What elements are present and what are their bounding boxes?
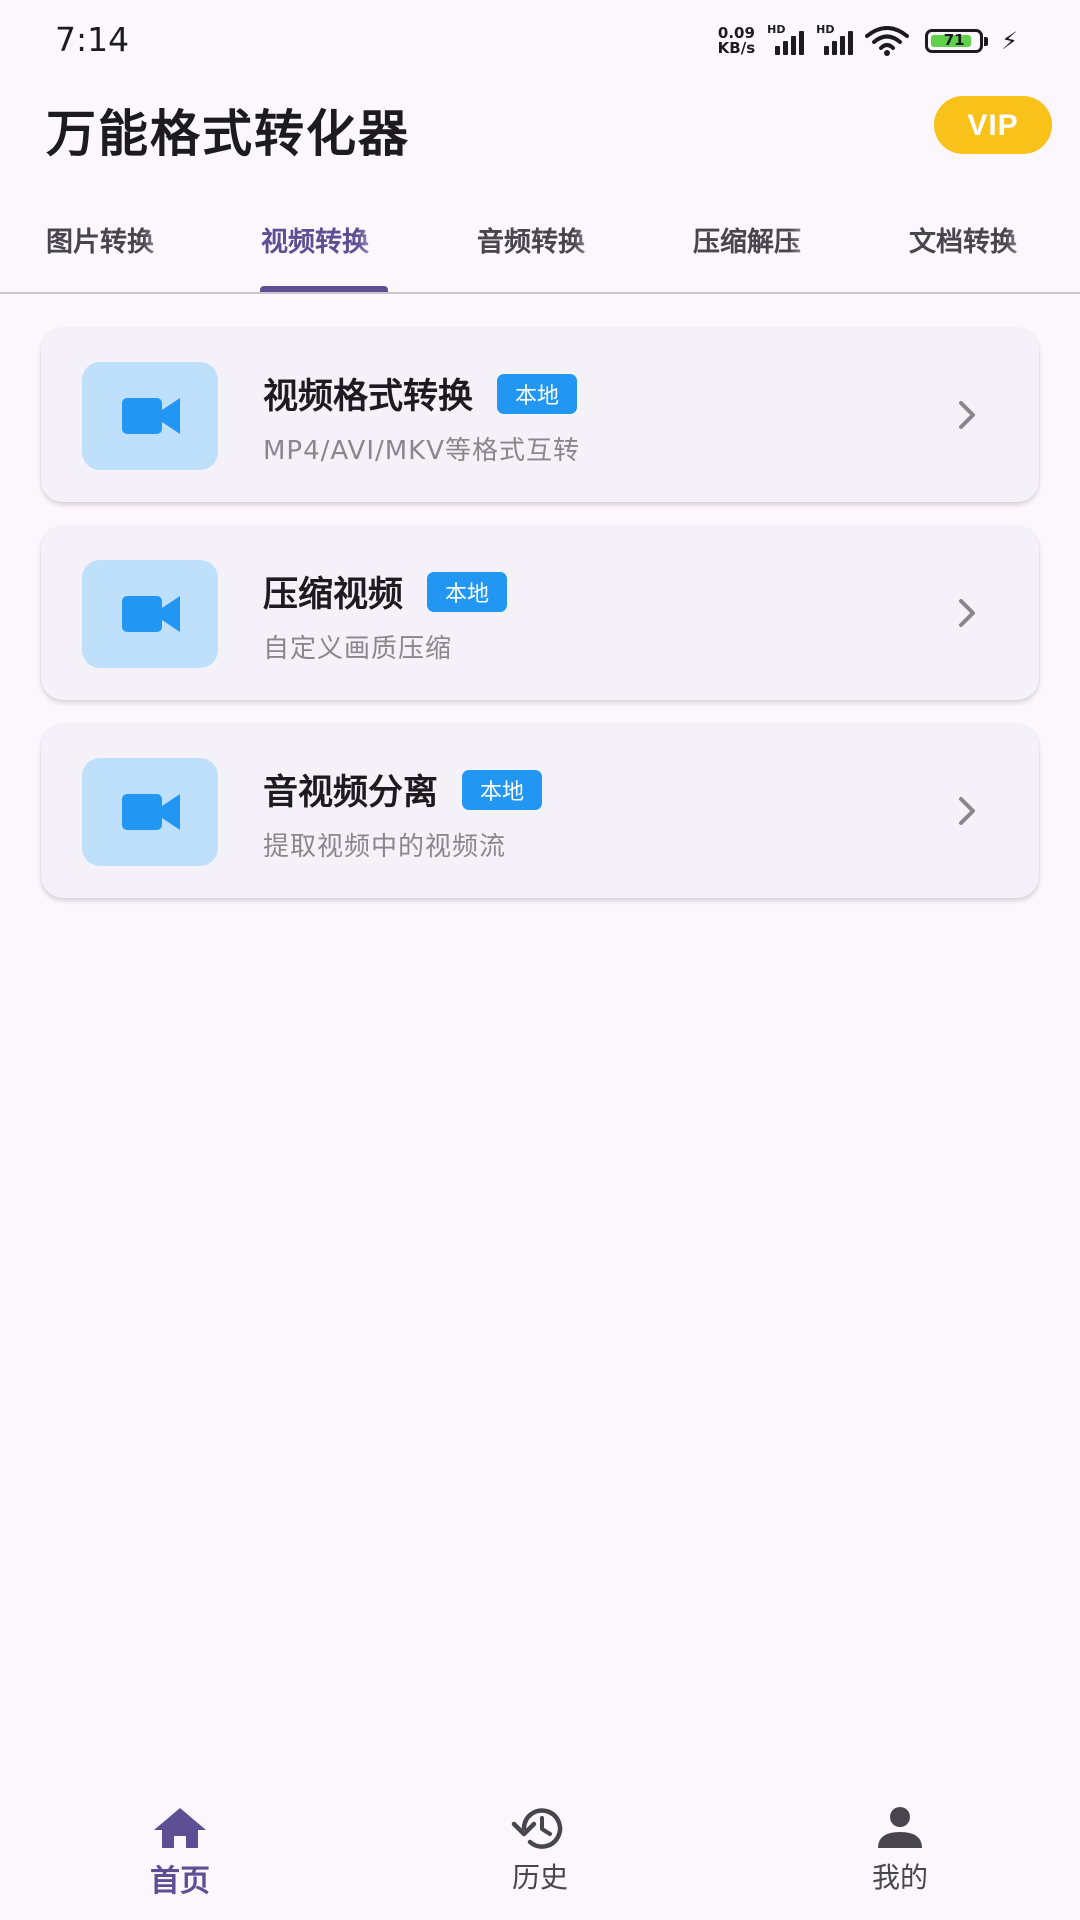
wifi-icon — [865, 26, 910, 56]
tab-audio-convert[interactable]: 音频转换 — [477, 220, 609, 259]
net-speed: 0.09 KB/s — [717, 24, 756, 57]
card-icon-box — [82, 560, 218, 668]
card-description: 自定义画质压缩 — [263, 634, 453, 664]
tab-document-convert[interactable]: 文档转换 — [909, 220, 1041, 259]
signal-icon-2: HD — [816, 23, 854, 55]
nav-home[interactable]: 首页 — [100, 1806, 260, 1900]
tab-video-convert[interactable]: 视频转换 — [261, 220, 393, 259]
chevron-right-icon — [959, 599, 975, 627]
local-badge: 本地 — [497, 374, 578, 414]
tab-compress-decompress[interactable]: 压缩解压 — [693, 220, 825, 259]
nav-label: 首页 — [150, 1864, 210, 1899]
bottom-nav: 首页 历史 我的 — [0, 1796, 1080, 1920]
card-icon-box — [82, 362, 218, 470]
status-time: 7:14 — [55, 20, 130, 59]
tab-indicator — [260, 286, 388, 292]
chevron-right-icon — [959, 401, 975, 429]
card-video-format-convert[interactable]: 视频格式转换 本地 MP4/AVI/MKV等格式互转 — [41, 328, 1039, 502]
card-icon-box — [82, 758, 218, 866]
card-title: 压缩视频 本地 — [263, 566, 508, 617]
tab-image-convert[interactable]: 图片转换 — [46, 220, 178, 259]
card-description: 提取视频中的视频流 — [263, 832, 507, 862]
nav-mine[interactable]: 我的 — [820, 1806, 980, 1896]
chevron-right-icon — [959, 797, 975, 825]
video-camera-icon — [122, 596, 180, 632]
video-camera-icon — [122, 398, 180, 434]
local-badge: 本地 — [427, 572, 508, 612]
person-icon — [878, 1807, 922, 1848]
nav-label: 我的 — [871, 1861, 928, 1894]
card-title: 视频格式转换 本地 — [263, 368, 578, 419]
status-bar: 7:14 0.09 KB/s HD HD 71 ⚡ — [0, 0, 1080, 84]
card-description: MP4/AVI/MKV等格式互转 — [263, 436, 581, 466]
vip-button[interactable]: VIP — [934, 96, 1052, 154]
tab-bar: 图片转换 视频转换 音频转换 压缩解压 文档转换 — [0, 196, 1080, 294]
local-badge: 本地 — [462, 770, 543, 810]
home-icon — [154, 1808, 206, 1848]
history-icon — [511, 1808, 563, 1849]
nav-history[interactable]: 历史 — [460, 1806, 620, 1896]
signal-icon: HD — [767, 23, 805, 55]
card-compress-video[interactable]: 压缩视频 本地 自定义画质压缩 — [41, 526, 1039, 700]
battery-icon: 71 — [925, 29, 989, 53]
status-icons: 0.09 KB/s HD HD 71 ⚡ — [717, 23, 1018, 57]
nav-label: 历史 — [511, 1861, 568, 1894]
video-camera-icon — [122, 794, 180, 830]
card-audio-video-split[interactable]: 音视频分离 本地 提取视频中的视频流 — [41, 724, 1039, 898]
card-title: 音视频分离 本地 — [263, 764, 543, 815]
app-title: 万能格式转化器 — [46, 105, 410, 163]
charging-icon: ⚡ — [1001, 27, 1018, 55]
